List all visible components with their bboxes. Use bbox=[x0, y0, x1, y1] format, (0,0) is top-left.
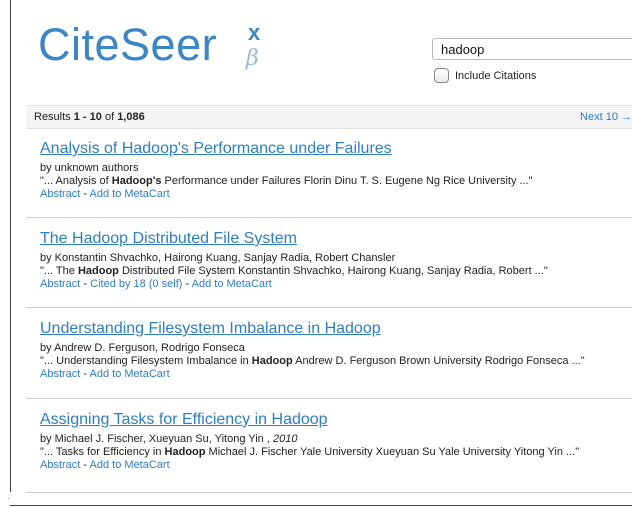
results-count: Results 1 - 10 of 1,086 bbox=[34, 111, 145, 123]
frame-left-edge bbox=[10, 0, 11, 492]
logo-wordmark: CiteSeer bbox=[38, 19, 218, 70]
result-links: Abstract - Add to MetaCart bbox=[40, 459, 170, 471]
next-page-link[interactable]: Next 10 → bbox=[580, 111, 632, 123]
add-to-metacart-link[interactable]: Add to MetaCart bbox=[90, 459, 170, 471]
result-snippet: "... Tasks for Efficiency in Hadoop Mich… bbox=[40, 446, 580, 458]
abstract-link[interactable]: Abstract bbox=[40, 459, 80, 471]
result-authors: by Michael J. Fischer, Xueyuan Su, Yiton… bbox=[40, 433, 298, 445]
result-authors: by Andrew D. Ferguson, Rodrigo Fonseca bbox=[40, 342, 245, 354]
result-links: Abstract - Add to MetaCart bbox=[40, 368, 170, 380]
result-item: Understanding Filesystem Imbalance in Ha… bbox=[40, 319, 620, 381]
frame-bottom-edge bbox=[10, 505, 632, 506]
add-to-metacart-link[interactable]: Add to MetaCart bbox=[90, 188, 170, 200]
result-title-link[interactable]: Assigning Tasks for Efficiency in Hadoop bbox=[40, 410, 620, 430]
include-citations-label: Include Citations bbox=[455, 69, 537, 82]
result-authors: by Konstantin Shvachko, Hairong Kuang, S… bbox=[40, 252, 396, 264]
result-title-link[interactable]: The Hadoop Distributed File System bbox=[40, 229, 620, 249]
citeseer-logo[interactable]: CiteSeer x β bbox=[38, 19, 260, 72]
result-title-link[interactable]: Analysis of Hadoop's Performance under F… bbox=[40, 139, 620, 159]
add-to-metacart-link[interactable]: Add to MetaCart bbox=[192, 278, 272, 290]
result-links: Abstract - Add to MetaCart bbox=[40, 188, 170, 200]
search-input[interactable] bbox=[432, 38, 632, 60]
result-links: Abstract - Cited by 18 (0 self) - Add to… bbox=[40, 278, 272, 290]
result-title-link[interactable]: Understanding Filesystem Imbalance in Ha… bbox=[40, 319, 620, 339]
results-total: 1,086 bbox=[117, 111, 145, 123]
abstract-link[interactable]: Abstract bbox=[40, 278, 80, 290]
result-item: Analysis of Hadoop's Performance under F… bbox=[40, 139, 620, 201]
result-snippet: "... Analysis of Hadoop's Performance un… bbox=[40, 175, 533, 187]
result-divider bbox=[26, 217, 632, 218]
include-citations-option[interactable]: Include Citations bbox=[434, 68, 536, 83]
cited-by-link[interactable]: Cited by 18 (0 self) bbox=[90, 278, 182, 290]
results-range: 1 - 10 bbox=[73, 111, 102, 123]
result-divider bbox=[26, 492, 632, 493]
abstract-link[interactable]: Abstract bbox=[40, 188, 80, 200]
result-item: Assigning Tasks for Efficiency in Hadoop… bbox=[40, 410, 620, 472]
result-snippet: "... The Hadoop Distributed File System … bbox=[40, 265, 548, 277]
result-snippet: "... Understanding Filesystem Imbalance … bbox=[40, 355, 585, 367]
result-item: The Hadoop Distributed File System by Ko… bbox=[40, 229, 620, 291]
result-year: 2010 bbox=[272, 433, 298, 445]
result-authors: by unknown authors bbox=[40, 162, 139, 174]
abstract-link[interactable]: Abstract bbox=[40, 368, 80, 380]
logo-beta: β bbox=[246, 46, 259, 71]
results-summary-bar: Results 1 - 10 of 1,086 Next 10 → bbox=[26, 105, 632, 129]
result-divider bbox=[26, 307, 632, 308]
add-to-metacart-link[interactable]: Add to MetaCart bbox=[90, 368, 170, 380]
stray-dot: . bbox=[7, 491, 10, 502]
include-citations-checkbox[interactable] bbox=[434, 68, 449, 83]
result-divider bbox=[26, 398, 632, 399]
logo-superscript: x bbox=[248, 20, 261, 45]
